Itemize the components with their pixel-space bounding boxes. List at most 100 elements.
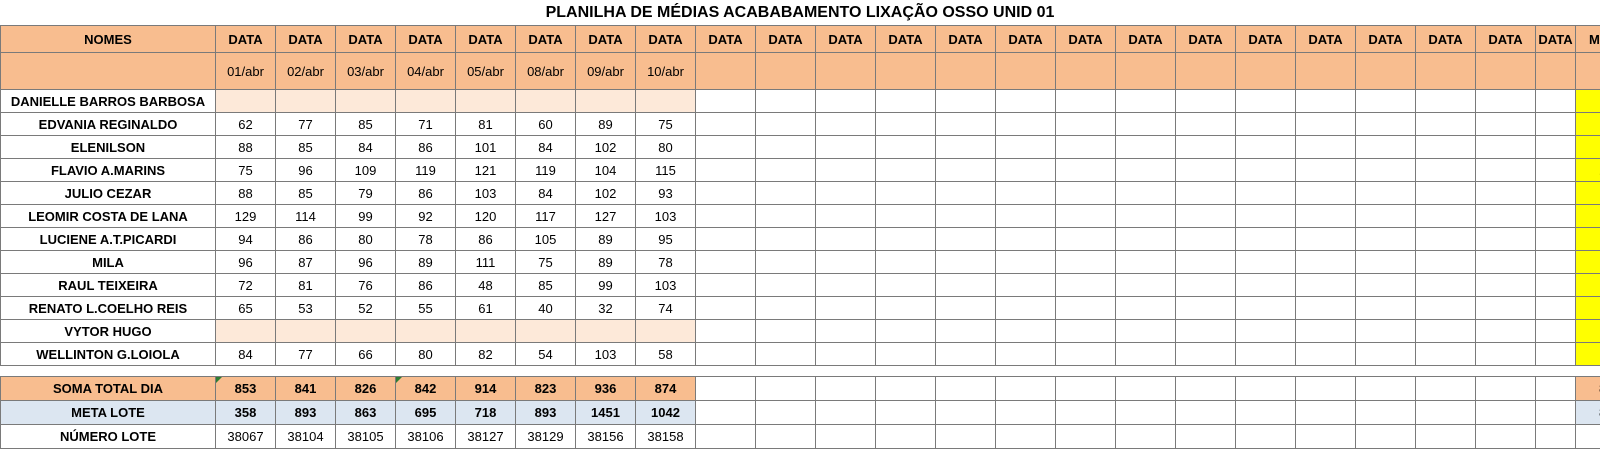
score-cell[interactable]: 102 [575, 181, 636, 205]
meta-value[interactable]: 695 [395, 400, 456, 425]
average-cell[interactable]: 76 [1575, 342, 1600, 366]
empty-cell[interactable] [1415, 112, 1476, 136]
empty-cell[interactable] [1535, 204, 1576, 228]
empty-cell[interactable] [1055, 158, 1116, 182]
empty-cell[interactable] [1475, 376, 1536, 401]
empty-cell[interactable] [1295, 400, 1356, 425]
date-header[interactable]: DATA [575, 25, 636, 53]
empty-cell[interactable] [935, 227, 996, 251]
score-cell[interactable]: 101 [455, 135, 516, 159]
average-header[interactable]: MÉDIA [1575, 25, 1600, 53]
date-value[interactable]: 10/abr [635, 52, 696, 90]
empty-cell[interactable] [1175, 296, 1236, 320]
empty-cell[interactable] [935, 400, 996, 425]
score-cell[interactable]: 115 [635, 158, 696, 182]
empty-cell[interactable] [1235, 250, 1296, 274]
meta-value[interactable]: 1451 [575, 400, 636, 425]
score-cell[interactable]: 80 [635, 135, 696, 159]
spacer-cell[interactable] [1415, 365, 1476, 377]
empty-cell[interactable] [1295, 112, 1356, 136]
score-cell[interactable] [455, 89, 516, 113]
employee-name[interactable]: VYTOR HUGO [0, 319, 216, 343]
score-cell[interactable]: 60 [515, 112, 576, 136]
empty-cell[interactable] [995, 181, 1056, 205]
empty-cell[interactable] [995, 250, 1056, 274]
empty-cell[interactable] [1355, 227, 1416, 251]
empty-cell[interactable] [1115, 319, 1176, 343]
score-cell[interactable]: 82 [455, 342, 516, 366]
score-cell[interactable]: 84 [215, 342, 276, 366]
score-cell[interactable]: 127 [575, 204, 636, 228]
spacer-cell[interactable] [1295, 365, 1356, 377]
empty-cell[interactable] [935, 342, 996, 366]
meta-value[interactable]: 718 [455, 400, 516, 425]
score-cell[interactable] [215, 319, 276, 343]
empty-cell[interactable] [1055, 250, 1116, 274]
empty-cell[interactable] [875, 204, 936, 228]
score-cell[interactable]: 79 [335, 181, 396, 205]
empty-cell[interactable] [1415, 135, 1476, 159]
empty-cell[interactable] [995, 158, 1056, 182]
empty-cell[interactable] [1175, 273, 1236, 297]
average-cell[interactable]: 54 [1575, 296, 1600, 320]
empty-cell[interactable] [875, 342, 936, 366]
empty-cell[interactable] [935, 424, 996, 449]
empty-cell[interactable] [695, 135, 756, 159]
score-cell[interactable]: 61 [455, 296, 516, 320]
score-cell[interactable]: 86 [275, 227, 336, 251]
empty-cell[interactable] [875, 158, 936, 182]
spacer-cell[interactable] [695, 365, 756, 377]
empty-cell[interactable] [1115, 181, 1176, 205]
empty-cell[interactable] [1355, 400, 1416, 425]
empty-cell[interactable] [695, 400, 756, 425]
empty-cell[interactable] [1475, 296, 1536, 320]
names-header-blank[interactable] [0, 52, 216, 90]
empty-cell[interactable] [1535, 424, 1576, 449]
average-cell[interactable] [1575, 89, 1600, 113]
empty-cell[interactable] [1235, 376, 1296, 401]
empty-cell[interactable] [1055, 204, 1116, 228]
empty-cell[interactable] [995, 204, 1056, 228]
score-cell[interactable]: 84 [335, 135, 396, 159]
score-cell[interactable]: 53 [275, 296, 336, 320]
score-cell[interactable] [575, 89, 636, 113]
empty-cell[interactable] [1175, 89, 1236, 113]
date-header[interactable]: DATA [995, 25, 1056, 53]
score-cell[interactable]: 89 [575, 250, 636, 274]
empty-cell[interactable] [755, 250, 816, 274]
empty-cell[interactable] [1115, 424, 1176, 449]
empty-cell[interactable] [1055, 400, 1116, 425]
date-header[interactable]: DATA [395, 25, 456, 53]
employee-name[interactable]: RENATO L.COELHO REIS [0, 296, 216, 320]
spacer-cell[interactable] [515, 365, 576, 377]
empty-cell[interactable] [1055, 424, 1116, 449]
names-header[interactable]: NOMES [0, 25, 216, 53]
empty-cell[interactable] [935, 319, 996, 343]
average-cell[interactable]: 89 [1575, 227, 1600, 251]
score-cell[interactable]: 96 [275, 158, 336, 182]
empty-cell[interactable] [1475, 342, 1536, 366]
empty-cell[interactable] [1475, 158, 1536, 182]
spacer-cell[interactable] [335, 365, 396, 377]
date-header[interactable]: DATA [275, 25, 336, 53]
empty-cell[interactable] [815, 342, 876, 366]
date-value[interactable]: 01/abr [215, 52, 276, 90]
empty-cell[interactable] [1295, 424, 1356, 449]
date-value-empty[interactable] [935, 52, 996, 90]
date-header[interactable]: DATA [1415, 25, 1476, 53]
empty-cell[interactable] [755, 135, 816, 159]
score-cell[interactable]: 103 [635, 273, 696, 297]
empty-cell[interactable] [1355, 273, 1416, 297]
lot-average-empty[interactable] [1575, 424, 1600, 449]
empty-cell[interactable] [1415, 342, 1476, 366]
empty-cell[interactable] [695, 342, 756, 366]
employee-name[interactable]: LEOMIR COSTA DE LANA [0, 204, 216, 228]
empty-cell[interactable] [1415, 296, 1476, 320]
empty-cell[interactable] [1535, 227, 1576, 251]
empty-cell[interactable] [875, 319, 936, 343]
date-value[interactable]: 02/abr [275, 52, 336, 90]
date-value-empty[interactable] [875, 52, 936, 90]
score-cell[interactable]: 32 [575, 296, 636, 320]
empty-cell[interactable] [1475, 89, 1536, 113]
empty-cell[interactable] [755, 376, 816, 401]
